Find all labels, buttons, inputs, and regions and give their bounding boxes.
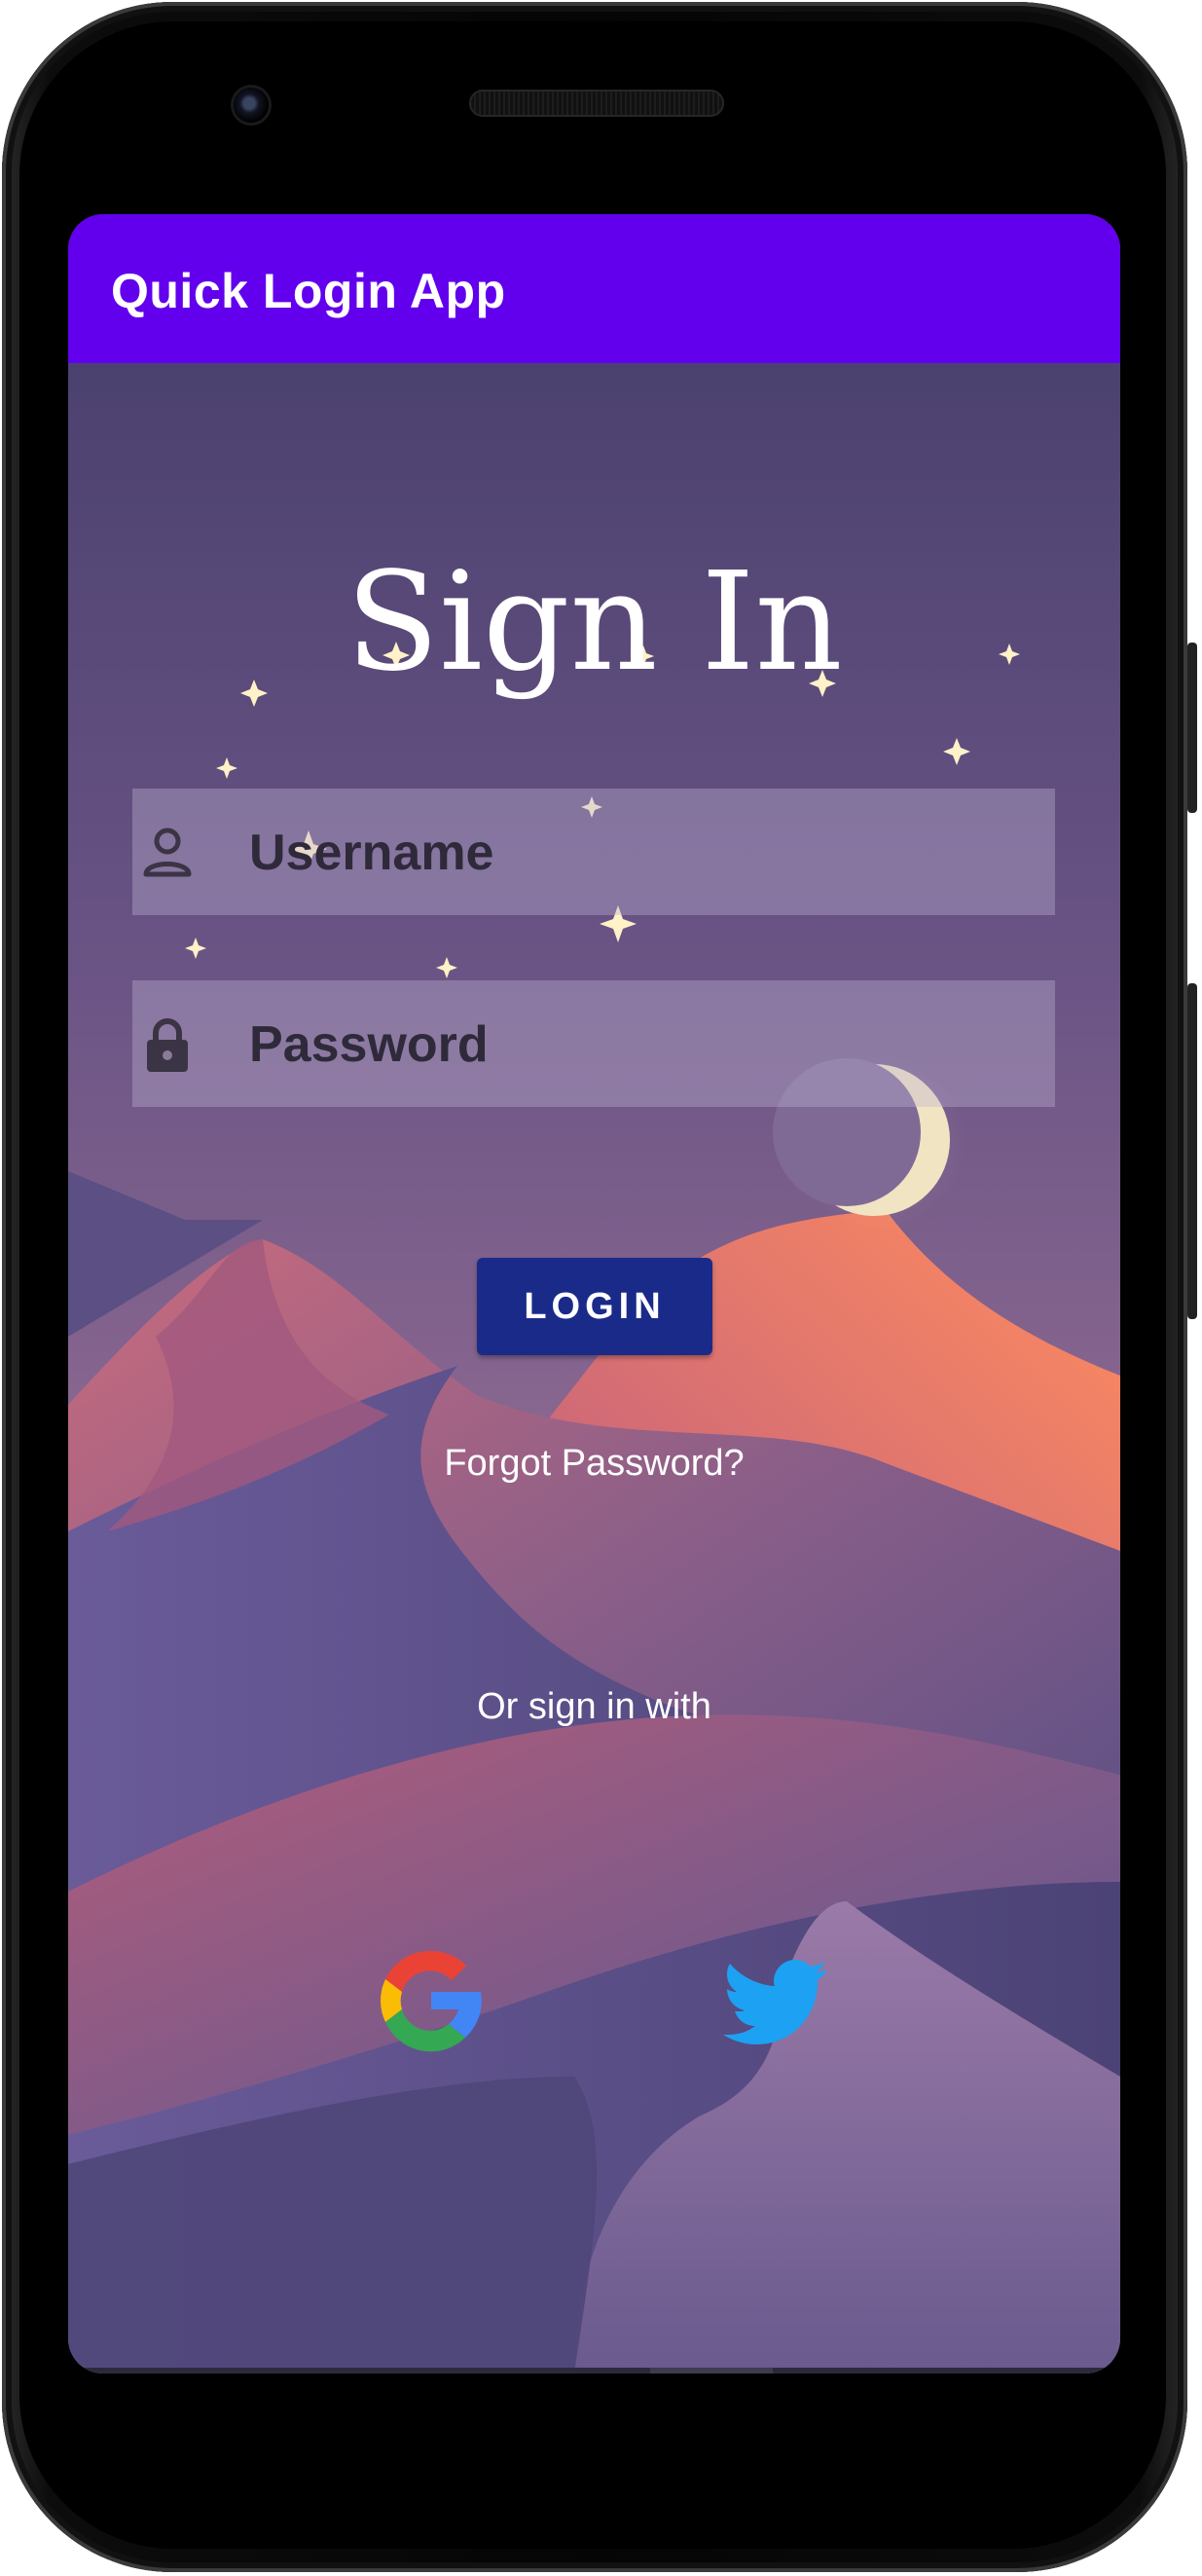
twitter-icon[interactable] <box>710 1942 837 2069</box>
power-button <box>1187 643 1197 813</box>
app-screen: Quick Login App Sign In Username Passwor… <box>68 214 1120 2374</box>
username-field[interactable]: Username <box>132 789 1055 915</box>
page-title: Sign In <box>346 543 843 702</box>
phone-frame: Quick Login App Sign In Username Passwor… <box>0 0 1202 2576</box>
front-camera <box>234 88 269 123</box>
username-placeholder: Username <box>249 825 494 881</box>
password-field[interactable]: Password <box>132 980 1055 1107</box>
or-sign-in-label: Or sign in with <box>477 1686 711 1727</box>
app-title: Quick Login App <box>111 264 506 318</box>
navigation-bar <box>68 2368 1120 2374</box>
forgot-password-link[interactable]: Forgot Password? <box>68 1443 1120 1485</box>
google-icon[interactable] <box>368 1937 494 2064</box>
login-button[interactable]: LOGIN <box>477 1258 712 1355</box>
earpiece-speaker <box>469 90 724 117</box>
app-bar: Quick Login App <box>68 214 1120 363</box>
password-placeholder: Password <box>249 1016 489 1073</box>
volume-button <box>1187 983 1197 1319</box>
lock-icon <box>147 1018 188 1072</box>
person-icon <box>143 828 192 877</box>
